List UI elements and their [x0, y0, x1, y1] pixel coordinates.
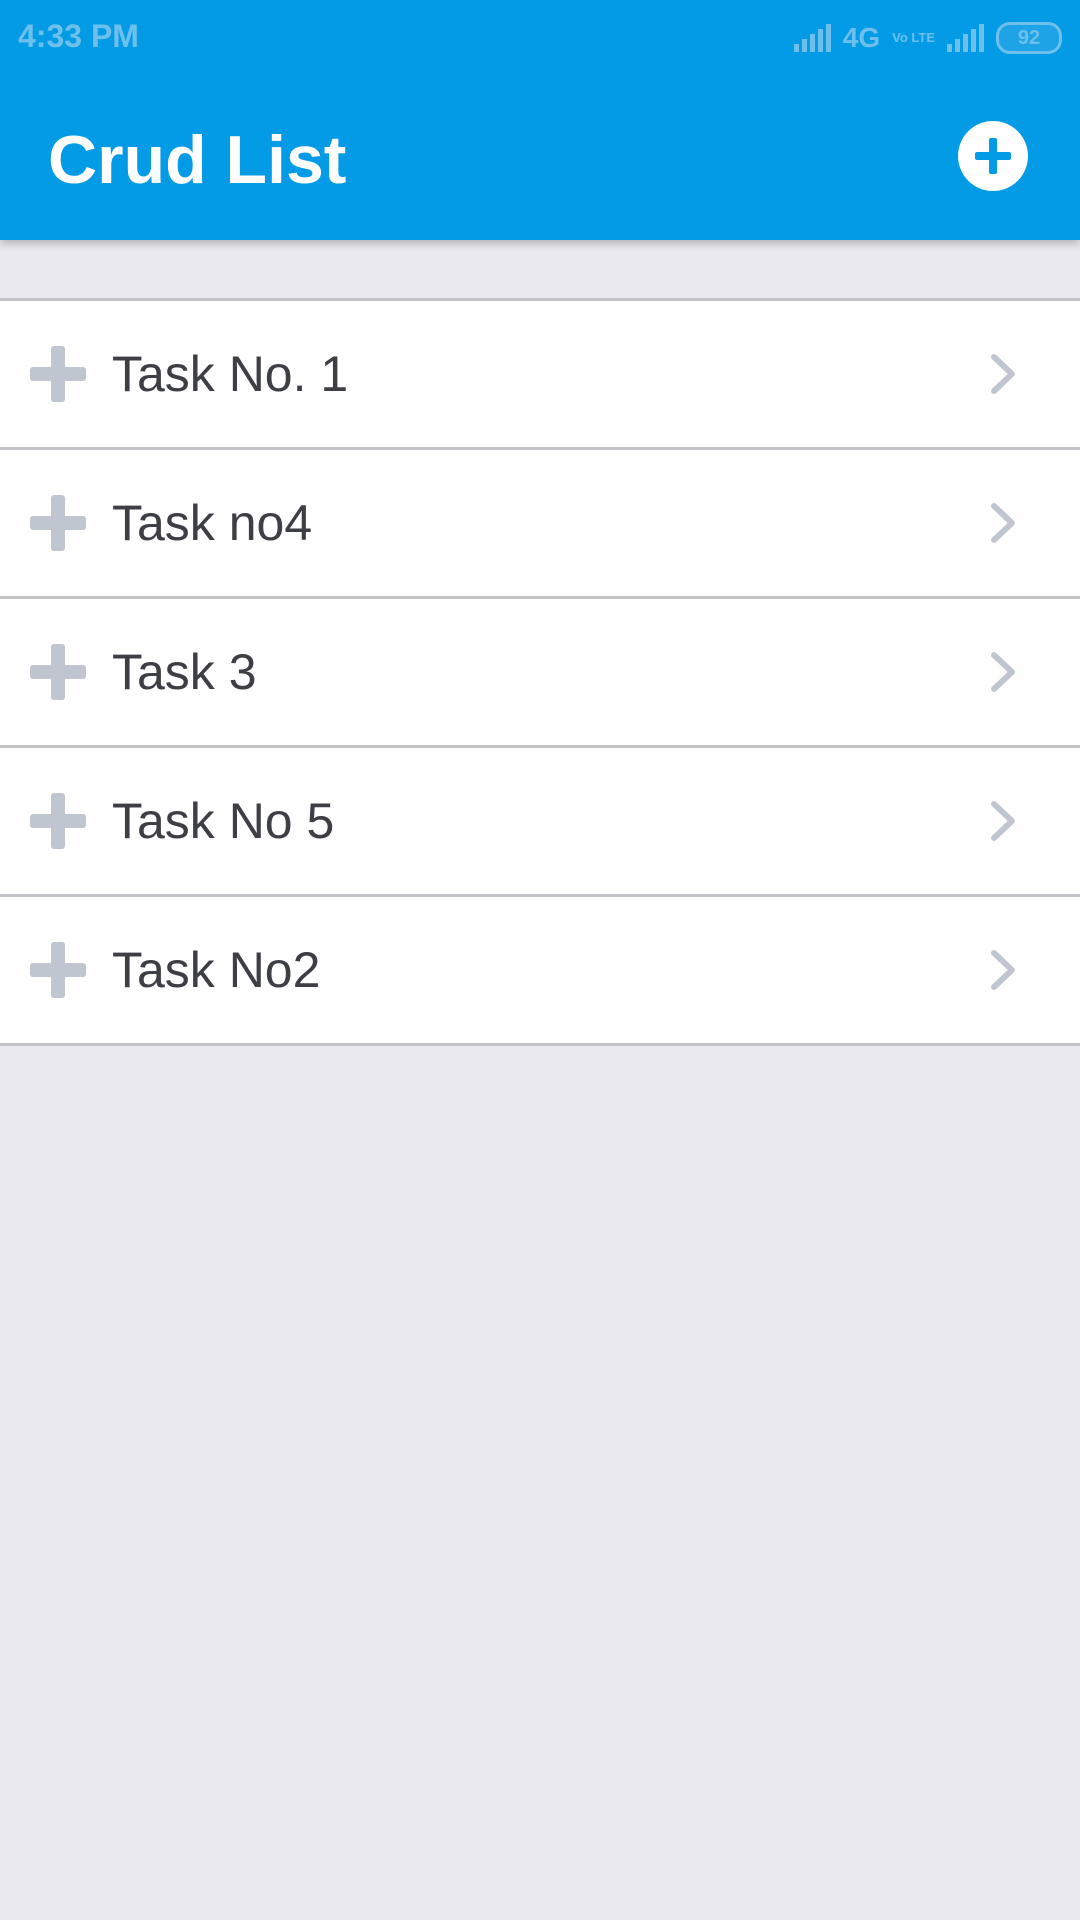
- battery-icon: 92: [996, 22, 1062, 54]
- task-row[interactable]: Task No 5: [0, 748, 1080, 897]
- chevron-right-icon: [991, 503, 1015, 543]
- plus-icon: [30, 793, 86, 849]
- task-label: Task No 5: [112, 793, 335, 849]
- task-label: Task No. 1: [112, 346, 349, 402]
- plus-icon: [30, 495, 86, 551]
- chevron-right-icon: [991, 950, 1015, 990]
- signal-icon-secondary: [947, 24, 984, 52]
- app-bar: 4:33 PM 4G Vo LTE 92 Crud List: [0, 0, 1080, 240]
- task-label: Task No2: [112, 942, 321, 998]
- page-title: Crud List: [48, 122, 347, 198]
- task-list: Task No. 1 Task no4 Task 3 Task No 5 Tas…: [0, 298, 1080, 1046]
- volte-icon: Vo LTE: [892, 30, 935, 45]
- plus-icon: [30, 346, 86, 402]
- chevron-right-icon: [991, 354, 1015, 394]
- status-icons: 4G Vo LTE 92: [793, 18, 1062, 58]
- task-row[interactable]: Task No. 1: [0, 301, 1080, 450]
- chevron-right-icon: [991, 801, 1015, 841]
- signal-icon: [793, 24, 831, 52]
- task-row[interactable]: Task No2: [0, 897, 1080, 1046]
- task-row[interactable]: Task 3: [0, 599, 1080, 748]
- network-type: 4G: [842, 22, 881, 53]
- add-task-button[interactable]: [958, 121, 1028, 191]
- battery-level: 92: [1017, 26, 1041, 49]
- task-label: Task 3: [112, 644, 257, 700]
- chevron-right-icon: [991, 652, 1015, 692]
- task-label: Task no4: [112, 495, 313, 551]
- task-row[interactable]: Task no4: [0, 450, 1080, 599]
- status-bar: 4:33 PM 4G Vo LTE 92: [0, 0, 1080, 72]
- status-time: 4:33 PM: [18, 18, 139, 54]
- plus-icon: [30, 942, 86, 998]
- plus-icon: [30, 644, 86, 700]
